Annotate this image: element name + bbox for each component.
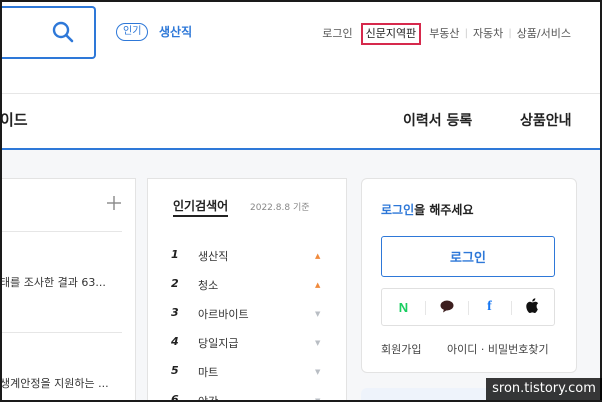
keyword-row[interactable]: 2 청소 ▲: [171, 277, 326, 306]
keyword-text[interactable]: 아르바이트: [198, 306, 249, 322]
trend-up-icon: ▲: [315, 252, 321, 260]
kakao-login-button[interactable]: [425, 289, 468, 325]
keyword-row[interactable]: 3 아르바이트 ▼: [171, 306, 326, 335]
popular-tag: 인기: [116, 23, 149, 41]
trend-up-icon: ▲: [315, 281, 321, 289]
facebook-login-button[interactable]: f: [468, 289, 511, 325]
keyword-rank: 4: [171, 335, 179, 348]
news-divider: [0, 231, 122, 232]
keyword-rank: 3: [171, 306, 179, 319]
watermark: sron.tistory.com: [486, 378, 602, 400]
naver-login-button[interactable]: N: [382, 289, 425, 325]
keyword-row[interactable]: 1 생산직 ▲: [171, 248, 326, 277]
login-link[interactable]: 로그인: [317, 25, 357, 43]
keyword-rank: 2: [171, 277, 179, 290]
trend-down-icon: ▼: [315, 310, 321, 318]
naver-icon: N: [398, 299, 409, 315]
products-services-link[interactable]: 상품/서비스: [512, 25, 576, 43]
apple-login-button[interactable]: [511, 289, 554, 325]
login-prompt-accent: 로그인: [381, 203, 415, 217]
login-button[interactable]: 로그인: [381, 236, 555, 277]
trend-down-icon: ▼: [315, 397, 321, 402]
find-id-password-link[interactable]: 아이디 · 비밀번호찾기: [447, 341, 549, 357]
trend-down-icon: ▼: [315, 339, 321, 347]
keyword-text[interactable]: 생산직: [198, 248, 228, 264]
popular-keyword-link[interactable]: 생산직: [159, 23, 192, 41]
nav-item-resume-register[interactable]: 이력서 등록: [403, 110, 472, 130]
keyword-text[interactable]: 야간: [198, 393, 218, 402]
search-box[interactable]: [0, 6, 96, 59]
trend-down-icon: ▼: [315, 368, 321, 376]
news-divider: [0, 332, 122, 333]
nav-item-product-guide[interactable]: 상품안내: [520, 110, 572, 130]
nav-item-guide[interactable]: 이드: [0, 109, 28, 130]
social-login-row: N f: [381, 288, 555, 326]
search-icon[interactable]: [52, 21, 74, 47]
plus-icon[interactable]: [107, 196, 121, 214]
login-prompt-rest: 을 해주세요: [414, 203, 474, 217]
real-estate-link[interactable]: 부동산: [424, 25, 464, 43]
keyword-row[interactable]: 5 마트 ▼: [171, 364, 326, 393]
header-divider: [0, 93, 602, 94]
facebook-icon: f: [487, 299, 492, 314]
keyword-rank: 6: [171, 393, 179, 402]
keyword-rank: 5: [171, 364, 179, 377]
news-item[interactable]: 태를 조사한 결과 63...: [0, 274, 106, 290]
kakao-speech-bubble-icon: [440, 298, 454, 317]
keyword-row[interactable]: 4 당일지급 ▼: [171, 335, 326, 364]
popular-keywords-title: 인기검색어: [173, 197, 229, 217]
keyword-row[interactable]: 6 야간 ▼: [171, 393, 326, 402]
keyword-text[interactable]: 마트: [198, 364, 218, 380]
signup-link[interactable]: 회원가입: [381, 341, 421, 357]
apple-icon: [526, 297, 539, 317]
keyword-rank: 1: [171, 248, 179, 261]
top-utility-links: 로그인 신문지역판 부동산 | 자동차 | 상품/서비스: [317, 23, 576, 45]
newspaper-region-link[interactable]: 신문지역판: [360, 23, 422, 45]
popular-keywords-date: 2022.8.8 기준: [250, 203, 310, 213]
news-item[interactable]: 생계안정을 지원하는 ...: [0, 375, 109, 391]
keyword-text[interactable]: 청소: [198, 277, 218, 293]
login-prompt: 로그인을 해주세요: [381, 201, 474, 218]
cars-link[interactable]: 자동차: [468, 25, 508, 43]
keyword-text[interactable]: 당일지급: [198, 335, 238, 351]
popular-keywords-list: 1 생산직 ▲ 2 청소 ▲ 3 아르바이트 ▼ 4 당일지급 ▼ 5 마트 ▼…: [171, 248, 326, 402]
